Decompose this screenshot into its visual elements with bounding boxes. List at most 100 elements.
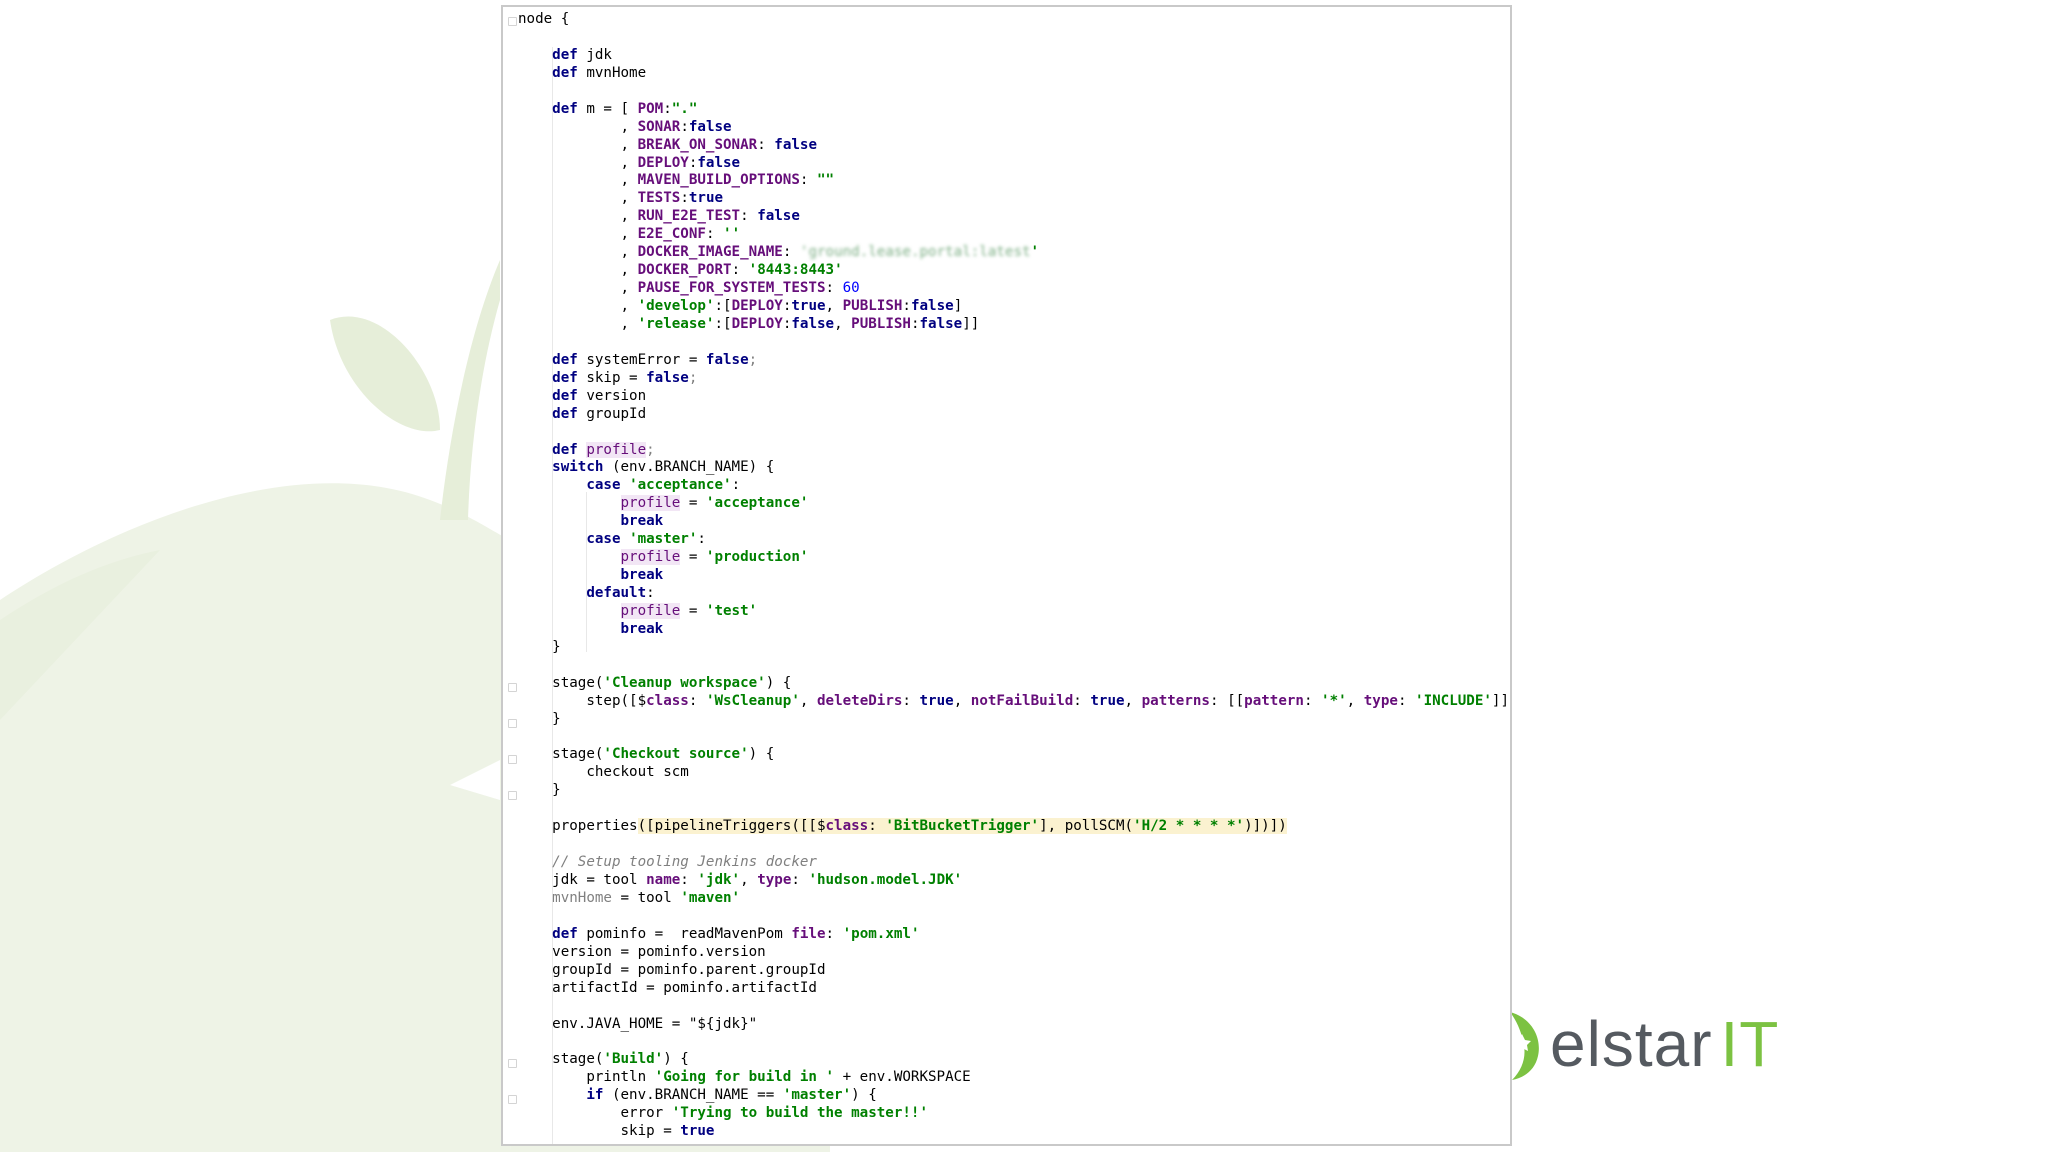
code-line[interactable]: def mvnHome xyxy=(518,65,1510,83)
code-text: : xyxy=(782,244,800,261)
code-line[interactable]: def version xyxy=(518,388,1510,406)
code-line[interactable] xyxy=(518,83,1510,101)
code-line[interactable] xyxy=(518,424,1510,442)
fold-marker-icon[interactable] xyxy=(508,1095,517,1104)
code-line[interactable]: env.JAVA_HOME = "${jdk}" xyxy=(518,1016,1510,1034)
code-line[interactable]: break xyxy=(518,513,1510,531)
code-line[interactable] xyxy=(518,729,1510,747)
code-text: step([$ xyxy=(518,692,647,709)
code-line[interactable] xyxy=(518,998,1510,1016)
code-line[interactable]: node { xyxy=(518,11,1510,29)
code-editor[interactable]: node { def jdk def mvnHome def m = [ POM… xyxy=(501,5,1512,1146)
code-text: pominfo = readMavenPom xyxy=(577,925,792,942)
code-text: : xyxy=(910,315,920,332)
code-line[interactable]: , E2E_CONF: '' xyxy=(518,226,1510,244)
code-line[interactable]: // Setup tooling Jenkins docker xyxy=(518,854,1510,872)
code-line[interactable]: } xyxy=(518,639,1510,657)
code-line[interactable]: def m = [ POM:"." xyxy=(518,101,1510,119)
fold-marker-icon[interactable] xyxy=(508,791,517,800)
code-line[interactable] xyxy=(518,29,1510,47)
code-line[interactable]: def groupId xyxy=(518,406,1510,424)
fold-marker-icon[interactable] xyxy=(508,683,517,692)
code-line[interactable]: stage('Build') { xyxy=(518,1051,1510,1069)
code-line[interactable]: def pominfo = readMavenPom file: 'pom.xm… xyxy=(518,926,1510,944)
code-line[interactable]: } xyxy=(518,782,1510,800)
logo-mark-icon xyxy=(1510,1012,1539,1080)
code-line[interactable]: , DEPLOY:false xyxy=(518,155,1510,173)
code-line[interactable]: break xyxy=(518,621,1510,639)
code-text: , xyxy=(518,136,638,153)
code-string: 'acceptance' xyxy=(705,495,809,512)
fold-marker-icon[interactable] xyxy=(508,755,517,764)
code-line[interactable]: def profile; xyxy=(518,441,1510,460)
code-line[interactable]: println 'Going for build in ' + env.WORK… xyxy=(518,1069,1510,1087)
code-line[interactable]: } xyxy=(518,711,1510,729)
code-field: DEPLOY xyxy=(731,315,783,332)
code-line[interactable]: , 'develop':[DEPLOY:true, PUBLISH:false] xyxy=(518,298,1510,316)
code-line[interactable]: error 'Trying to build the master!!' xyxy=(518,1105,1510,1123)
code-line[interactable]: , TESTS:true xyxy=(518,190,1510,208)
code-line[interactable]: default: xyxy=(518,585,1510,603)
code-line[interactable]: def skip = false; xyxy=(518,370,1510,388)
code-line[interactable]: , PAUSE_FOR_SYSTEM_TESTS: 60 xyxy=(518,280,1510,298)
code-line[interactable]: case 'master': xyxy=(518,531,1510,549)
code-line[interactable]: , RUN_E2E_TEST: false xyxy=(518,208,1510,226)
code-field: class xyxy=(646,692,689,709)
code-line[interactable]: properties([pipelineTriggers([[$class: '… xyxy=(518,818,1510,836)
code-line[interactable]: version = pominfo.version xyxy=(518,944,1510,962)
code-line[interactable] xyxy=(518,1033,1510,1051)
code-line[interactable]: stage('Checkout source') { xyxy=(518,746,1510,764)
code-line[interactable]: profile = 'test' xyxy=(518,602,1510,621)
code-text: : xyxy=(902,692,920,709)
code-text: : xyxy=(825,925,843,942)
code-line[interactable]: groupId = pominfo.parent.groupId xyxy=(518,962,1510,980)
code-text: version = pominfo.version xyxy=(518,943,766,960)
code-line[interactable]: switch (env.BRANCH_NAME) { xyxy=(518,459,1510,477)
code-line[interactable]: , 'release':[DEPLOY:false, PUBLISH:false… xyxy=(518,316,1510,334)
code-line[interactable]: , MAVEN_BUILD_OPTIONS: "" xyxy=(518,172,1510,190)
fold-marker-icon[interactable] xyxy=(508,719,517,728)
code-line[interactable]: break xyxy=(518,567,1510,585)
code-line[interactable]: jdk = tool name: 'jdk', type: 'hudson.mo… xyxy=(518,872,1510,890)
code-line[interactable]: def systemError = false; xyxy=(518,352,1510,370)
code-line[interactable]: skip = true xyxy=(518,1123,1510,1141)
code-keyword: break xyxy=(620,513,664,530)
fold-marker-icon[interactable] xyxy=(508,1059,517,1068)
code-line[interactable] xyxy=(518,800,1510,818)
code-line[interactable] xyxy=(518,334,1510,352)
code-line[interactable]: , SONAR:false xyxy=(518,119,1510,137)
code-text: : xyxy=(731,262,749,279)
code-line[interactable]: def jdk xyxy=(518,47,1510,65)
code-text-area[interactable]: node { def jdk def mvnHome def m = [ POM… xyxy=(518,11,1510,1141)
code-line[interactable] xyxy=(518,908,1510,926)
code-line[interactable]: profile = 'acceptance' xyxy=(518,495,1510,513)
code-line[interactable]: if (env.BRANCH_NAME == 'master') { xyxy=(518,1087,1510,1105)
code-line[interactable] xyxy=(518,657,1510,675)
fold-marker-icon[interactable] xyxy=(508,17,517,26)
code-line[interactable]: , DOCKER_PORT: '8443:8443' xyxy=(518,262,1510,280)
code-line[interactable]: step([$class: 'WsCleanup', deleteDirs: t… xyxy=(518,693,1510,711)
code-line[interactable]: artifactId = pominfo.artifactId xyxy=(518,980,1510,998)
code-string: ' xyxy=(1030,244,1040,261)
code-text: ) { xyxy=(663,1051,689,1068)
code-keyword: true xyxy=(680,1123,715,1140)
code-line[interactable]: mvnHome = tool 'maven' xyxy=(518,890,1510,908)
code-line[interactable]: stage('Cleanup workspace') { xyxy=(518,675,1510,693)
code-line[interactable]: , BREAK_ON_SONAR: false xyxy=(518,137,1510,155)
code-field: MAVEN_BUILD_OPTIONS xyxy=(637,172,800,189)
code-string: 'hudson.model.JDK' xyxy=(808,872,963,888)
code-line[interactable]: profile = 'production' xyxy=(518,549,1510,567)
code-line[interactable] xyxy=(518,836,1510,854)
code-text: checkout scm xyxy=(518,764,689,781)
code-line[interactable]: , DOCKER_IMAGE_NAME: 'ground.lease.porta… xyxy=(518,244,1510,262)
code-string: 'Checkout source' xyxy=(603,746,749,763)
code-line[interactable]: checkout scm xyxy=(518,764,1510,782)
code-keyword: def xyxy=(552,387,578,404)
code-text: , xyxy=(518,172,638,189)
code-line[interactable]: case 'acceptance': xyxy=(518,477,1510,495)
